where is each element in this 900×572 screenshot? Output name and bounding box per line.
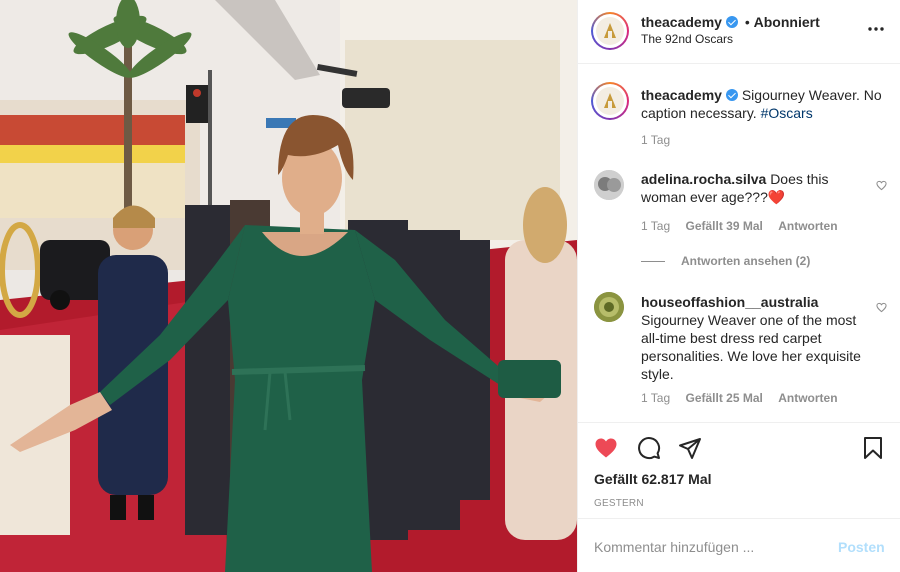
post-header: theacademy • Abonniert The 92nd Oscars: [578, 0, 900, 64]
likes-count[interactable]: Gefällt 62.817 Mal: [594, 471, 712, 487]
comment-likes[interactable]: Gefällt 25 Mal: [685, 391, 762, 405]
comment-like-icon[interactable]: [876, 180, 887, 191]
replies-divider: [641, 261, 665, 263]
header-separator: •: [744, 14, 750, 30]
oscars-logo-icon: [604, 93, 616, 108]
comment-time[interactable]: 1 Tag: [641, 391, 670, 405]
caption-username[interactable]: theacademy: [641, 87, 722, 103]
verified-badge-icon: [725, 89, 738, 101]
add-comment-bar: Kommentar hinzufügen ... Posten: [578, 518, 900, 572]
comment-like-icon[interactable]: [876, 302, 887, 313]
comment-avatar[interactable]: [594, 292, 624, 322]
view-replies-label: Antworten ansehen (2): [681, 254, 811, 268]
heart-filled-icon[interactable]: [594, 436, 618, 460]
post-comment-button[interactable]: Posten: [838, 539, 885, 555]
oscars-logo-icon: [604, 23, 616, 38]
heart-emoji: ❤️: [767, 189, 786, 205]
bookmark-icon[interactable]: [861, 436, 885, 460]
avatar[interactable]: [591, 12, 629, 50]
follow-status-button[interactable]: Abonniert: [754, 14, 820, 30]
comment-time[interactable]: 1 Tag: [641, 219, 670, 233]
comment-username[interactable]: houseoffashion__australia: [641, 294, 818, 310]
verified-badge-icon: [725, 16, 738, 28]
post-date[interactable]: GESTERN: [594, 498, 644, 509]
reply-button[interactable]: Antworten: [778, 219, 837, 233]
paper-plane-icon[interactable]: [678, 436, 702, 460]
comment-avatar[interactable]: [594, 170, 624, 200]
post-photo[interactable]: [0, 0, 577, 572]
comment-likes[interactable]: Gefällt 39 Mal: [685, 219, 762, 233]
hashtag-link[interactable]: #Oscars: [761, 105, 813, 121]
comment-input[interactable]: Kommentar hinzufügen ...: [594, 539, 754, 555]
header-username[interactable]: theacademy: [641, 14, 722, 30]
comment-icon[interactable]: [637, 436, 661, 460]
comment-username[interactable]: adelina.rocha.silva: [641, 171, 766, 187]
reply-button[interactable]: Antworten: [778, 391, 837, 405]
more-horizontal-icon[interactable]: [867, 20, 885, 38]
view-replies-button[interactable]: Antworten ansehen (2): [641, 254, 810, 268]
post-details-panel: theacademy • Abonniert The 92nd Oscars t…: [577, 0, 900, 572]
comment-text: Sigourney Weaver one of the most all-tim…: [641, 312, 861, 382]
red-carpet-photo: [0, 0, 577, 572]
location-link[interactable]: The 92nd Oscars: [641, 32, 733, 46]
caption-avatar[interactable]: [591, 82, 629, 120]
caption-time[interactable]: 1 Tag: [641, 133, 670, 147]
